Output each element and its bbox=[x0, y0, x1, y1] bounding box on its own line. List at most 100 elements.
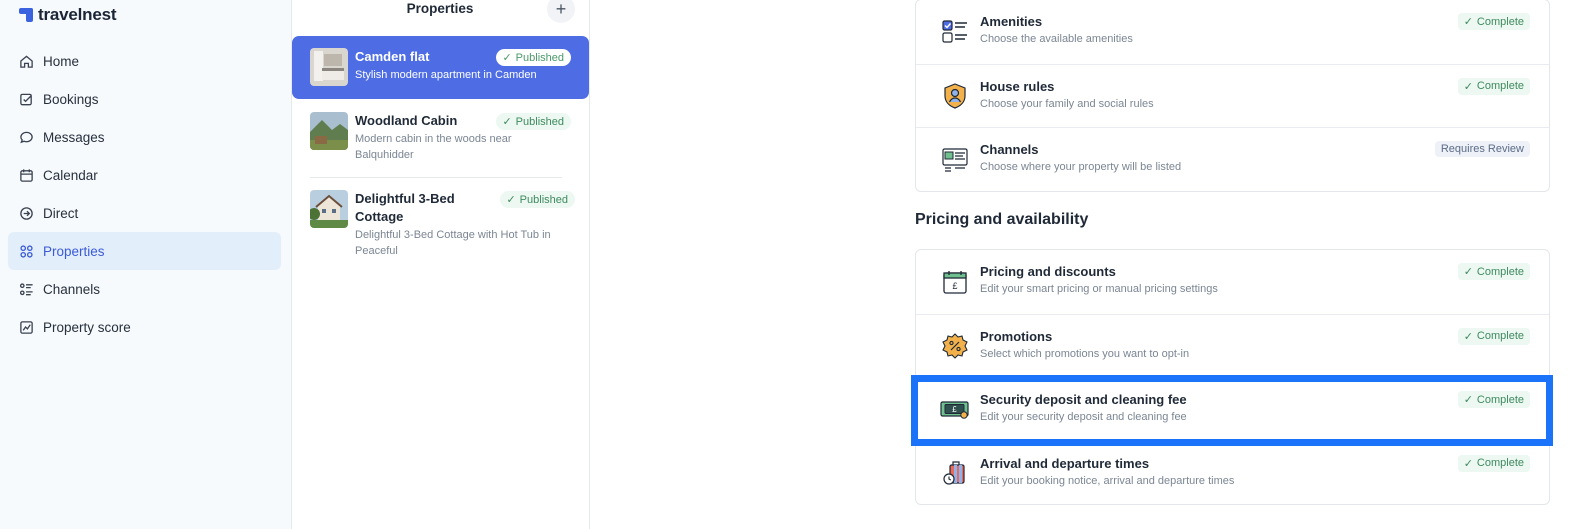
settings-row-channels[interactable]: Channels Choose where your property will… bbox=[916, 127, 1549, 191]
percent-badge-icon bbox=[940, 331, 970, 361]
properties-column: Properties + Camden flat Stylish modern … bbox=[292, 0, 590, 529]
status-badge: ✓ Complete bbox=[1457, 77, 1530, 95]
check-icon: ✓ bbox=[502, 116, 512, 128]
settings-row-title: Pricing and discounts bbox=[980, 264, 1116, 279]
settings-row-title: Amenities bbox=[980, 14, 1043, 29]
plus-icon: + bbox=[555, 0, 567, 19]
settings-row-description: Choose your family and social rules bbox=[980, 97, 1154, 110]
svg-text:£: £ bbox=[952, 405, 957, 414]
settings-row-title: Security deposit and cleaning fee bbox=[980, 392, 1187, 407]
sidebar-item-home[interactable]: Home bbox=[8, 42, 281, 80]
checklist-icon bbox=[940, 17, 970, 47]
settings-row-arrival-departure[interactable]: Arrival and departure times Edit your bo… bbox=[916, 440, 1549, 505]
home-icon bbox=[18, 53, 34, 69]
status-badge: ✓ Complete bbox=[1457, 454, 1530, 472]
status-badge: ✓ Published bbox=[500, 191, 575, 208]
properties-title: Properties bbox=[406, 1, 474, 16]
chat-icon bbox=[18, 129, 34, 145]
settings-row-pricing-discounts[interactable]: £ Pricing and discounts Edit your smart … bbox=[916, 250, 1549, 314]
settings-row-description: Select which promotions you want to opt-… bbox=[980, 347, 1190, 360]
property-thumbnail bbox=[310, 190, 348, 228]
property-name: Camden flat bbox=[355, 49, 430, 64]
app-window: travelnest Home Bookings Messages Calend… bbox=[0, 0, 1580, 529]
sidebar-item-bookings[interactable]: Bookings bbox=[8, 80, 281, 118]
sidebar: travelnest Home Bookings Messages Calend… bbox=[0, 0, 292, 529]
check-icon: ✓ bbox=[506, 194, 516, 206]
sidebar-item-properties[interactable]: Properties bbox=[8, 232, 281, 270]
calendar-pound-icon: £ bbox=[940, 267, 970, 297]
sidebar-item-label: Messages bbox=[43, 129, 105, 145]
check-icon: ✓ bbox=[1463, 394, 1473, 406]
sidebar-nav: Home Bookings Messages Calendar Direct P… bbox=[8, 42, 281, 346]
property-info: Camden flat Stylish modern apartment in … bbox=[355, 48, 571, 99]
sidebar-item-label: Property score bbox=[43, 319, 131, 335]
settings-row-title: Channels bbox=[980, 142, 1039, 157]
check-icon: ✓ bbox=[1463, 330, 1473, 343]
settings-row-description: Choose the available amenities bbox=[980, 33, 1133, 45]
property-card-delightful-cottage[interactable]: Delightful 3-Bed Cottage Delightful 3-Be… bbox=[292, 178, 589, 270]
travelnest-logo-icon bbox=[19, 8, 33, 22]
settings-row-description: Edit your security deposit and cleaning … bbox=[980, 411, 1187, 423]
check-icon: ✓ bbox=[502, 52, 512, 64]
luggage-clock-icon bbox=[940, 458, 970, 488]
status-badge: ✓ Complete bbox=[1457, 391, 1530, 408]
settings-row-house-rules[interactable]: House rules Choose your family and socia… bbox=[916, 63, 1549, 128]
sidebar-item-label: Properties bbox=[43, 243, 105, 259]
settings-row-title: House rules bbox=[980, 78, 1055, 94]
sidebar-item-direct[interactable]: Direct bbox=[8, 194, 281, 232]
pricing-settings-card: £ Pricing and discounts Edit your smart … bbox=[915, 249, 1550, 505]
settings-row-promotions[interactable]: Promotions Select which promotions you w… bbox=[916, 313, 1549, 378]
status-badge: ✓ Complete bbox=[1457, 13, 1530, 30]
direct-arrow-icon bbox=[18, 205, 34, 221]
status-badge-label: Published bbox=[515, 51, 564, 64]
status-badge-label: Requires Review bbox=[1440, 143, 1524, 155]
status-badge-label: Complete bbox=[1476, 457, 1524, 469]
property-thumbnail bbox=[310, 48, 348, 86]
check-icon: ✓ bbox=[1463, 16, 1473, 28]
sidebar-item-label: Calendar bbox=[43, 167, 98, 183]
sidebar-item-calendar[interactable]: Calendar bbox=[8, 156, 281, 194]
status-badge: ✓ Published bbox=[496, 113, 571, 130]
settings-row-amenities[interactable]: Amenities Choose the available amenities… bbox=[916, 0, 1549, 64]
status-badge-label: Complete bbox=[1476, 330, 1524, 342]
calendar-icon bbox=[18, 167, 34, 183]
listing-settings-card: Amenities Choose the available amenities… bbox=[915, 0, 1550, 192]
settings-row-description: Edit your smart pricing or manual pricin… bbox=[980, 283, 1218, 295]
section-title-pricing: Pricing and availability bbox=[915, 211, 1089, 228]
status-badge-label: Complete bbox=[1476, 15, 1524, 28]
settings-row-title: Promotions bbox=[980, 328, 1053, 344]
property-name: Delightful 3-Bed Cottage bbox=[355, 191, 455, 224]
settings-row-description: Choose where your property will be liste… bbox=[980, 161, 1182, 173]
svg-text:£: £ bbox=[952, 281, 957, 291]
grid-icon bbox=[18, 243, 34, 259]
brand-name: travelnest bbox=[38, 5, 117, 24]
property-description: Modern cabin in the woods near Balquhidd… bbox=[355, 133, 512, 161]
sidebar-item-label: Bookings bbox=[43, 91, 99, 107]
property-thumbnail bbox=[310, 112, 348, 150]
check-icon: ✓ bbox=[1463, 266, 1473, 278]
sidebar-item-property-score[interactable]: Property score bbox=[8, 308, 281, 346]
status-badge: ✓ Complete bbox=[1457, 327, 1530, 345]
sidebar-item-channels[interactable]: Channels bbox=[8, 270, 281, 308]
edit-icon bbox=[18, 91, 34, 107]
sidebar-item-label: Channels bbox=[43, 281, 101, 297]
sidebar-item-messages[interactable]: Messages bbox=[8, 118, 281, 156]
property-card-woodland-cabin[interactable]: Woodland Cabin Modern cabin in the woods… bbox=[292, 100, 589, 176]
settings-row-security-deposit[interactable]: £ Security deposit and cleaning fee Edit… bbox=[916, 377, 1549, 441]
list-icon bbox=[18, 281, 34, 297]
check-icon: ✓ bbox=[1463, 80, 1473, 93]
status-badge-label: Complete bbox=[1476, 393, 1524, 406]
channels-icon bbox=[940, 144, 970, 174]
status-badge-label: Published bbox=[515, 115, 564, 128]
sidebar-item-label: Direct bbox=[43, 205, 79, 221]
status-badge-label: Complete bbox=[1476, 80, 1524, 92]
property-card-camden-flat[interactable]: Camden flat Stylish modern apartment in … bbox=[292, 36, 589, 99]
settings-row-title: Arrival and departure times bbox=[980, 455, 1150, 471]
settings-row-description: Edit your booking notice, arrival and de… bbox=[980, 474, 1235, 487]
property-info: Woodland Cabin Modern cabin in the woods… bbox=[355, 112, 571, 176]
status-badge-label: Complete bbox=[1476, 265, 1524, 278]
status-badge: ✓ Published bbox=[496, 49, 571, 66]
brand-logo[interactable]: travelnest bbox=[19, 5, 117, 25]
check-icon: ✓ bbox=[1463, 457, 1473, 470]
add-property-button[interactable]: + bbox=[547, 0, 575, 23]
